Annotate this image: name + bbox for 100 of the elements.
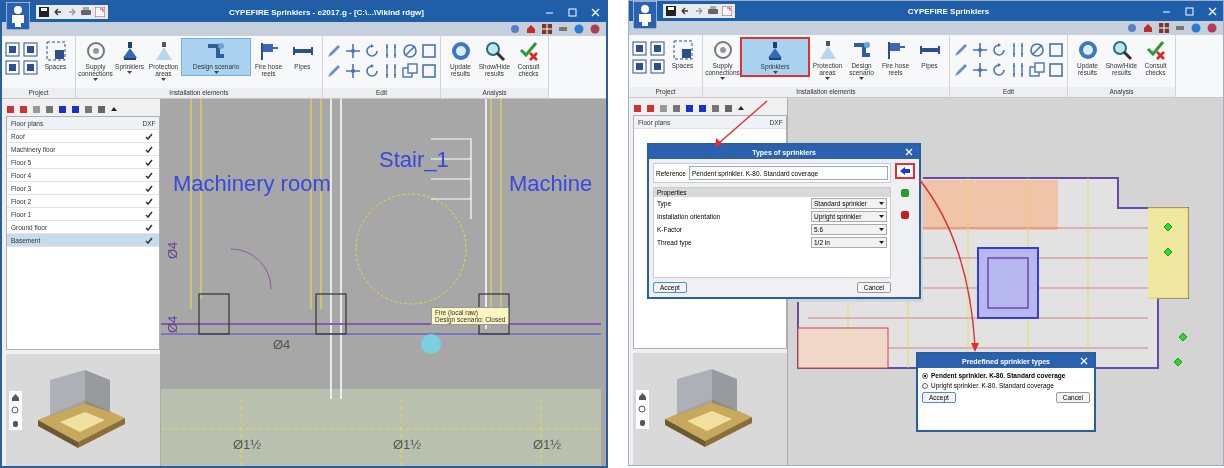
move-icon[interactable]	[972, 62, 988, 78]
copy-icon[interactable]	[402, 63, 418, 79]
pencil-icon[interactable]	[953, 42, 969, 58]
checkmark-icon[interactable]	[145, 132, 153, 140]
dimension-label: Ø4	[165, 241, 180, 259]
checkmark-icon[interactable]	[145, 184, 153, 192]
dimension-label: Ø1½	[233, 437, 262, 452]
mirror-icon[interactable]	[383, 63, 399, 79]
app-logo-icon[interactable]	[6, 2, 30, 30]
arrow-icon	[899, 166, 911, 176]
dropdown-arrow-icon	[720, 77, 725, 80]
mirror-icon[interactable]	[1010, 62, 1026, 78]
undo-icon[interactable]	[53, 7, 63, 17]
check-icon	[1144, 39, 1167, 61]
globe-icon[interactable]	[574, 24, 584, 34]
pencil-icon[interactable]	[326, 43, 342, 59]
close-icon[interactable]	[1080, 357, 1088, 365]
frame-icon[interactable]	[1048, 42, 1064, 58]
hand-icon[interactable]	[638, 417, 647, 427]
checkmark-icon[interactable]	[145, 210, 153, 218]
document-icon[interactable]	[23, 42, 38, 57]
export-icon[interactable]	[722, 6, 732, 16]
rotate-icon[interactable]	[364, 43, 380, 59]
magnifier-icon[interactable]	[11, 405, 20, 415]
home-icon[interactable]	[1143, 23, 1153, 33]
arrow-button[interactable]	[895, 163, 915, 179]
rotate-icon[interactable]	[364, 63, 380, 79]
move-icon[interactable]	[972, 42, 988, 58]
move-icon[interactable]	[345, 43, 361, 59]
print-icon[interactable]	[708, 6, 718, 16]
layers-icon[interactable]	[1175, 23, 1185, 33]
checkmark-icon[interactable]	[145, 223, 153, 231]
pencil-icon[interactable]	[326, 63, 342, 79]
palette-icon[interactable]	[590, 24, 600, 34]
layers-icon[interactable]	[558, 24, 568, 34]
house-icon[interactable]	[638, 391, 647, 401]
mirror-icon[interactable]	[1010, 42, 1026, 58]
undo-icon[interactable]	[680, 6, 690, 16]
save-icon[interactable]	[666, 6, 676, 16]
pencil-icon[interactable]	[953, 62, 969, 78]
magnifier-icon[interactable]	[638, 404, 647, 414]
close-icon[interactable]	[591, 7, 600, 17]
maximize-icon[interactable]	[568, 7, 577, 17]
save-icon[interactable]	[39, 7, 49, 17]
app-logo-icon[interactable]	[633, 1, 657, 29]
close-icon[interactable]	[905, 148, 913, 156]
redo-icon[interactable]	[67, 7, 77, 17]
print-icon[interactable]	[81, 7, 91, 17]
document-icon[interactable]	[5, 42, 20, 57]
dropdown-arrow-icon	[127, 71, 132, 74]
globe-icon[interactable]	[1191, 23, 1201, 33]
tools-icon[interactable]	[510, 24, 520, 34]
radio-button[interactable]	[922, 372, 928, 379]
rotate-icon[interactable]	[991, 62, 1007, 78]
checkmark-icon[interactable]	[145, 236, 153, 244]
check-icon	[517, 40, 540, 62]
export-icon[interactable]	[95, 7, 105, 17]
document-icon[interactable]	[5, 60, 20, 75]
maximize-icon[interactable]	[1185, 6, 1194, 16]
close-icon[interactable]	[1208, 6, 1217, 16]
grid-icon[interactable]	[1159, 23, 1169, 33]
block-icon	[899, 188, 911, 198]
frame-icon[interactable]	[421, 43, 437, 59]
document-icon[interactable]	[650, 59, 665, 74]
rotate-icon[interactable]	[991, 42, 1007, 58]
checkmark-icon[interactable]	[145, 158, 153, 166]
palette-icon[interactable]	[1207, 23, 1217, 33]
checkmark-icon[interactable]	[145, 171, 153, 179]
mirror-icon[interactable]	[383, 43, 399, 59]
up-arrow-icon[interactable]	[110, 105, 118, 113]
up-arrow-icon[interactable]	[737, 104, 745, 112]
caret-icon	[879, 202, 884, 205]
home-icon[interactable]	[526, 24, 536, 34]
caret-icon	[879, 215, 884, 218]
checkmark-icon[interactable]	[145, 197, 153, 205]
dropdown-arrow-icon	[93, 78, 98, 81]
house-icon[interactable]	[11, 392, 20, 402]
dropdown-arrow-icon	[772, 71, 778, 74]
document-icon[interactable]	[23, 60, 38, 75]
document-icon[interactable]	[632, 41, 647, 56]
copy-icon[interactable]	[1029, 62, 1045, 78]
frame-icon[interactable]	[1048, 62, 1064, 78]
redo-icon[interactable]	[694, 6, 704, 16]
move-icon[interactable]	[345, 63, 361, 79]
tools-icon[interactable]	[1127, 23, 1137, 33]
checkmark-icon[interactable]	[145, 145, 153, 153]
document-icon[interactable]	[632, 59, 647, 74]
frame-icon[interactable]	[421, 63, 437, 79]
floor-plan-icon	[44, 40, 67, 62]
room-label: Stair_1	[379, 147, 449, 173]
slash-circle-icon[interactable]	[402, 43, 418, 59]
slash-circle-icon[interactable]	[1029, 42, 1045, 58]
document-icon[interactable]	[650, 41, 665, 56]
radio-button[interactable]	[922, 382, 928, 389]
room-label: Machine	[509, 171, 593, 197]
dimension-label: Ø1½	[393, 437, 422, 452]
dimension-label: Ø4	[165, 315, 180, 333]
grid-icon[interactable]	[542, 24, 552, 34]
hand-icon[interactable]	[11, 418, 20, 428]
refresh-icon	[1076, 39, 1099, 61]
